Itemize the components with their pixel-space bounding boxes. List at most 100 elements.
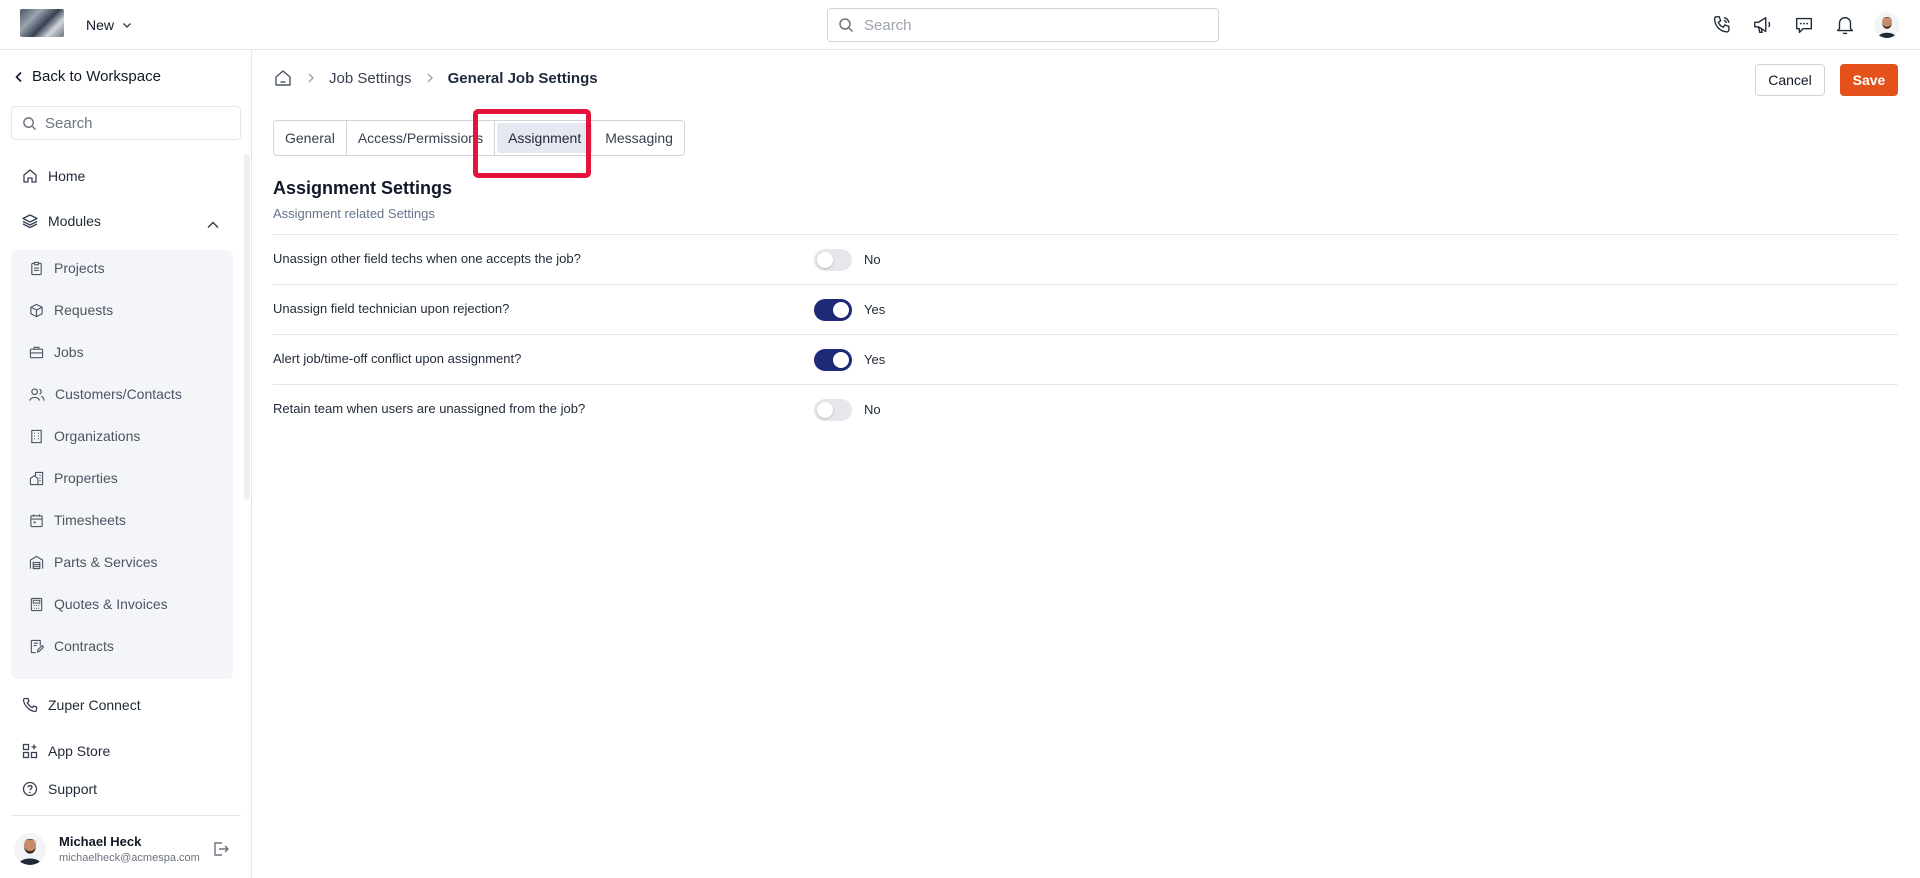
setting-toggle[interactable] bbox=[814, 399, 852, 421]
breadcrumb: Job Settings General Job Settings bbox=[273, 68, 598, 88]
setting-label: Alert job/time-off conflict upon assignm… bbox=[273, 351, 522, 366]
sidebar-item-properties[interactable]: Properties bbox=[29, 468, 118, 488]
building-icon bbox=[31, 429, 42, 443]
tab-assignment[interactable]: Assignment bbox=[497, 123, 593, 153]
sidebar-item-label: Quotes & Invoices bbox=[54, 596, 168, 612]
help-icon bbox=[22, 781, 38, 797]
home-icon[interactable] bbox=[273, 68, 293, 88]
warehouse-icon bbox=[29, 555, 44, 569]
user-avatar-top[interactable] bbox=[1874, 12, 1900, 38]
sidebar-search-input[interactable] bbox=[45, 114, 235, 132]
top-icon-group bbox=[1710, 12, 1900, 38]
new-menu-button[interactable]: New bbox=[86, 14, 132, 36]
toggle-knob bbox=[833, 302, 849, 318]
new-menu-label: New bbox=[86, 17, 115, 33]
company-logo[interactable] bbox=[20, 9, 64, 37]
sidebar-item-label: Modules bbox=[48, 213, 101, 229]
breadcrumb-job-settings[interactable]: Job Settings bbox=[329, 70, 412, 87]
sidebar-item-timesheets[interactable]: Timesheets bbox=[29, 510, 126, 530]
cancel-button[interactable]: Cancel bbox=[1755, 64, 1825, 96]
calendar-icon bbox=[30, 513, 43, 527]
sidebar-item-jobs[interactable]: Jobs bbox=[29, 342, 84, 362]
global-search-input[interactable] bbox=[864, 16, 1194, 34]
sidebar-item-projects[interactable]: Projects bbox=[29, 258, 105, 278]
sidebar-item-requests[interactable]: Requests bbox=[29, 300, 113, 320]
tab-access-permissions[interactable]: Access/Permissions bbox=[347, 121, 496, 155]
box-icon bbox=[30, 303, 43, 317]
toggle-knob bbox=[817, 252, 833, 268]
toggle-state-text: No bbox=[864, 252, 881, 267]
sidebar-item-label: Zuper Connect bbox=[48, 697, 141, 713]
apps-icon bbox=[22, 743, 38, 759]
setting-toggle[interactable] bbox=[814, 299, 852, 321]
phone-call-icon[interactable] bbox=[1710, 13, 1734, 37]
sidebar-item-label: Support bbox=[48, 781, 98, 797]
global-search[interactable] bbox=[827, 8, 1219, 42]
layers-icon bbox=[22, 214, 38, 229]
sidebar-scrollbar[interactable] bbox=[244, 154, 250, 500]
sidebar-divider bbox=[11, 815, 241, 816]
sidebar-item-label: Customers/Contacts bbox=[55, 386, 182, 402]
search-icon bbox=[23, 116, 37, 130]
megaphone-icon[interactable] bbox=[1751, 13, 1775, 37]
chat-icon[interactable] bbox=[1792, 13, 1816, 37]
setting-toggle[interactable] bbox=[814, 349, 852, 371]
toggle-knob bbox=[817, 402, 833, 418]
sidebar-item-parts-services[interactable]: Parts & Services bbox=[29, 552, 157, 572]
briefcase-icon bbox=[29, 346, 44, 358]
users-icon bbox=[29, 387, 45, 401]
chevron-up-icon[interactable] bbox=[206, 220, 220, 230]
avatar bbox=[14, 833, 46, 865]
sidebar: Back to Workspace Home Modules Projects … bbox=[0, 50, 252, 878]
sidebar-item-label: Jobs bbox=[54, 344, 84, 360]
tab-messaging[interactable]: Messaging bbox=[594, 121, 684, 155]
breadcrumb-current: General Job Settings bbox=[447, 69, 598, 87]
back-to-workspace-label: Back to Workspace bbox=[32, 68, 161, 85]
setting-row: Unassign other field techs when one acce… bbox=[273, 234, 1898, 284]
setting-row: Retain team when users are unassigned fr… bbox=[273, 384, 1898, 434]
section-subtitle: Assignment related Settings bbox=[273, 206, 435, 221]
home-icon bbox=[23, 169, 37, 183]
sidebar-item-organizations[interactable]: Organizations bbox=[29, 426, 140, 446]
sidebar-item-support[interactable]: Support bbox=[22, 779, 97, 799]
setting-row: Alert job/time-off conflict upon assignm… bbox=[273, 334, 1898, 384]
top-bar: New bbox=[0, 0, 1920, 50]
toggle-state-text: No bbox=[864, 402, 881, 417]
contract-icon bbox=[30, 639, 44, 653]
sidebar-item-label: Timesheets bbox=[54, 512, 126, 528]
logout-icon[interactable] bbox=[212, 840, 230, 858]
setting-label: Unassign field technician upon rejection… bbox=[273, 301, 510, 316]
toggle-state-text: Yes bbox=[864, 352, 886, 367]
sidebar-item-label: Properties bbox=[54, 470, 118, 486]
user-profile-card[interactable]: Michael Heck michaelheck@acmespa.com bbox=[14, 830, 242, 870]
sidebar-item-quotes-invoices[interactable]: Quotes & Invoices bbox=[29, 594, 168, 614]
setting-label: Unassign other field techs when one acce… bbox=[273, 251, 581, 266]
sidebar-item-customers-contacts[interactable]: Customers/Contacts bbox=[29, 384, 182, 404]
setting-row: Unassign field technician upon rejection… bbox=[273, 284, 1898, 334]
tab-general[interactable]: General bbox=[274, 121, 347, 155]
sidebar-item-modules[interactable]: Modules bbox=[22, 211, 101, 231]
calculator-icon bbox=[30, 597, 43, 611]
user-name: Michael Heck bbox=[59, 834, 142, 849]
toggle-knob bbox=[833, 352, 849, 368]
sidebar-item-contracts[interactable]: Contracts bbox=[29, 636, 114, 656]
toggle-state-text: Yes bbox=[864, 302, 886, 317]
setting-toggle[interactable] bbox=[814, 249, 852, 271]
settings-tabs: General Access/Permissions Assignment Me… bbox=[273, 120, 685, 156]
chevron-down-icon bbox=[123, 23, 132, 28]
sidebar-item-home[interactable]: Home bbox=[22, 166, 85, 186]
sidebar-item-zuper-connect[interactable]: Zuper Connect bbox=[22, 695, 141, 715]
back-to-workspace-link[interactable]: Back to Workspace bbox=[14, 68, 161, 85]
sidebar-item-label: Organizations bbox=[54, 428, 141, 444]
property-icon bbox=[29, 471, 44, 485]
section-title: Assignment Settings bbox=[273, 178, 453, 198]
bell-icon[interactable] bbox=[1833, 13, 1857, 37]
sidebar-search[interactable] bbox=[11, 106, 241, 140]
sidebar-item-label: Contracts bbox=[54, 638, 114, 654]
save-button[interactable]: Save bbox=[1840, 64, 1898, 96]
sidebar-item-label: App Store bbox=[48, 743, 111, 759]
sidebar-item-app-store[interactable]: App Store bbox=[22, 741, 110, 761]
setting-label: Retain team when users are unassigned fr… bbox=[273, 401, 586, 416]
clipboard-icon bbox=[31, 261, 42, 275]
phone-icon bbox=[22, 697, 38, 713]
